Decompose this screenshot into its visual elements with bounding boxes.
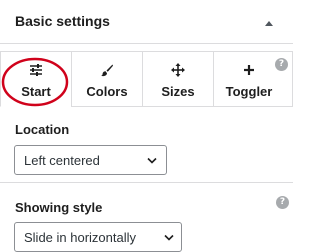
paintbrush-icon (72, 63, 142, 77)
showing-style-select-value: Slide in horizontally (24, 230, 137, 245)
panel-title: Basic settings (15, 13, 110, 29)
showing-style-select[interactable]: Slide in horizontally (14, 222, 182, 252)
location-select[interactable]: Left centered (14, 145, 167, 175)
settings-tabs: Start Colors Sizes Toggler (0, 51, 293, 107)
tab-sizes[interactable]: Sizes (142, 51, 214, 107)
location-select-value: Left centered (24, 153, 100, 168)
tab-label: Colors (86, 84, 128, 99)
chevron-down-icon (164, 234, 174, 241)
panel-header[interactable]: Basic settings (0, 0, 293, 44)
triangle-up-icon[interactable] (262, 17, 276, 29)
tab-label: Sizes (161, 84, 195, 99)
location-label: Location (15, 122, 70, 137)
help-icon[interactable]: ? (275, 58, 288, 71)
plus-icon (214, 63, 284, 77)
tab-colors[interactable]: Colors (71, 51, 143, 107)
tab-label: Toggler (225, 84, 273, 99)
showing-style-label: Showing style (15, 200, 103, 215)
chevron-down-icon (147, 157, 157, 164)
section-divider (0, 182, 293, 183)
sliders-icon (1, 63, 71, 77)
tab-start[interactable]: Start (0, 51, 72, 107)
tab-label: Start (21, 84, 51, 99)
move-arrows-icon (143, 63, 213, 77)
help-icon[interactable]: ? (276, 196, 289, 209)
